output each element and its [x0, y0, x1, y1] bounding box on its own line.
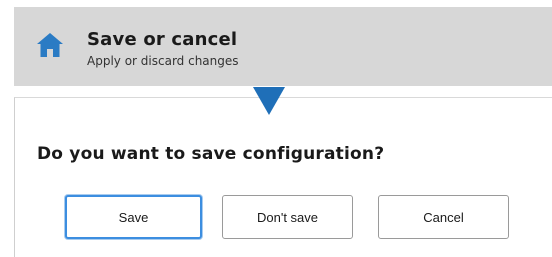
save-dialog: Do you want to save configuration? Save … — [14, 97, 552, 257]
dont-save-button[interactable]: Don't save — [222, 195, 353, 239]
arrow-down-icon — [253, 87, 285, 115]
header-bar: Save or cancel Apply or discard changes — [14, 7, 552, 86]
header-subtitle: Apply or discard changes — [87, 54, 239, 68]
save-button[interactable]: Save — [65, 195, 202, 239]
header-title: Save or cancel — [87, 29, 238, 50]
dialog-question: Do you want to save configuration? — [37, 144, 385, 164]
home-icon — [37, 33, 63, 57]
cancel-button[interactable]: Cancel — [378, 195, 509, 239]
page: Save or cancel Apply or discard changes … — [0, 0, 552, 257]
